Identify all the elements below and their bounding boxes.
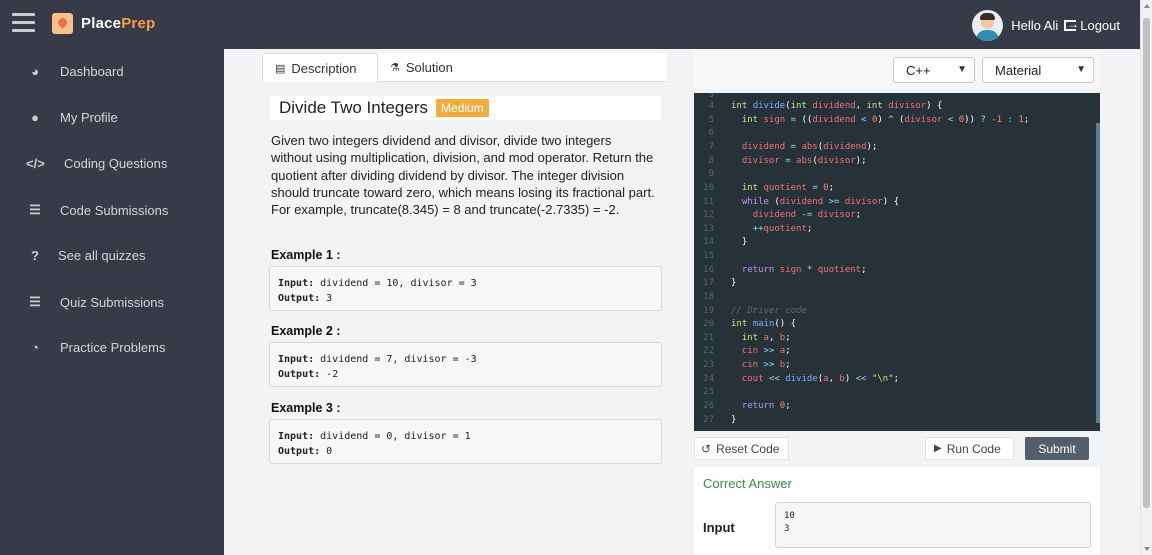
sidebar-item-code-submissions[interactable]: ☰ Code Submissions [26,202,168,218]
result-input-value: 10 3 [775,502,1091,548]
scroll-thumb[interactable] [1143,18,1150,508]
example-box: Input: dividend = 10, divisor = 3 Output… [269,266,662,311]
run-code-label: Run Code [946,441,1001,456]
sidebar-item-label: See all quizzes [58,248,146,263]
logout-button[interactable]: Logout [1064,17,1120,33]
sidebar-item-quiz-submissions[interactable]: ☰ Quiz Submissions [26,294,164,310]
result-status: Correct Answer [703,476,792,491]
example-box: Input: dividend = 0, divisor = 1 Output:… [269,419,662,464]
sidebar-item-dashboard[interactable]: ◕ Dashboard [26,64,124,79]
logo-icon [52,13,73,34]
sidebar-item-coding-questions[interactable]: </> Coding Questions [26,156,167,171]
result-panel: Correct Answer Input 10 3 [694,467,1100,555]
problem-title-bar: Divide Two Integers Medium [270,96,661,120]
page-scrollbar[interactable] [1140,0,1152,555]
sidebar-item-label: My Profile [60,110,118,125]
tab-description[interactable]: ▤ Description [262,53,378,82]
gauge-icon: ◕ [31,64,39,79]
list-check-icon: ☰ [29,294,41,309]
question-icon: ? [31,248,39,263]
scroll-up-icon[interactable] [1144,4,1150,8]
pie-chart-icon: ◔ [31,340,39,355]
language-value: C++ [906,62,931,78]
tab-solution[interactable]: ⚗ Solution [390,53,453,82]
user-area: Hello Ali Logout [972,10,1120,41]
undo-icon: ↺ [701,441,712,456]
logo-text: PlacePrep [81,15,156,32]
reset-code-label: Reset Code [716,441,780,456]
flask-icon: ⚗ [390,62,400,74]
sidebar: ◕ Dashboard ● My Profile </> Coding Ques… [0,49,224,555]
example-heading: Example 3 : [271,401,341,415]
code-editor[interactable]: 3 4 int divide(int dividend, int divisor)… [694,93,1100,431]
theme-select[interactable]: Material ▼ [982,57,1094,83]
sidebar-item-label: Dashboard [60,64,124,79]
hamburger-menu-icon[interactable] [12,13,35,32]
chevron-down-icon: ▼ [957,64,967,75]
sidebar-item-label: Quiz Submissions [60,294,165,310]
app-logo[interactable]: PlacePrep [52,13,155,34]
result-input-label: Input [703,520,735,535]
list-check-icon: ☰ [29,202,41,217]
theme-value: Material [995,62,1042,78]
logout-icon [1064,17,1079,31]
problem-description: Given two integers dividend and divisor,… [271,133,655,218]
sidebar-item-label: Coding Questions [64,156,168,171]
user-circle-icon: ● [31,110,39,125]
reset-code-button[interactable]: ↺ Reset Code [694,437,789,460]
scroll-down-icon[interactable] [1144,547,1150,551]
code-icon: </> [26,156,45,171]
example-box: Input: dividend = 7, divisor = -3 Output… [269,342,662,387]
submit-button[interactable]: Submit [1025,437,1089,460]
tab-label: Solution [405,60,453,75]
problem-tabs: ▤ Description ⚗ Solution [262,53,667,82]
editor-scrollbar[interactable] [1096,123,1100,423]
greeting-text: Hello Ali [1011,18,1059,33]
problem-title: Divide Two Integers [279,98,428,117]
play-icon: ▶ [934,443,942,454]
language-select[interactable]: C++ ▼ [893,57,975,83]
run-code-button[interactable]: ▶ Run Code [925,437,1014,460]
sidebar-item-my-profile[interactable]: ● My Profile [26,110,118,125]
sidebar-item-practice-problems[interactable]: ◔ Practice Problems [26,340,165,355]
document-icon: ▤ [275,62,286,75]
sidebar-item-label: Practice Problems [60,340,166,355]
example-heading: Example 1 : [271,248,341,262]
example-heading: Example 2 : [271,324,341,338]
sidebar-item-label: Code Submissions [60,202,169,218]
top-bar: PlacePrep Hello Ali Logout [0,0,1140,49]
avatar[interactable] [972,10,1004,41]
tab-label: Description [291,60,357,76]
difficulty-badge: Medium [435,99,489,117]
logout-label: Logout [1080,18,1120,33]
sidebar-item-see-all-quizzes[interactable]: ? See all quizzes [26,248,145,263]
chevron-down-icon: ▼ [1076,64,1086,75]
